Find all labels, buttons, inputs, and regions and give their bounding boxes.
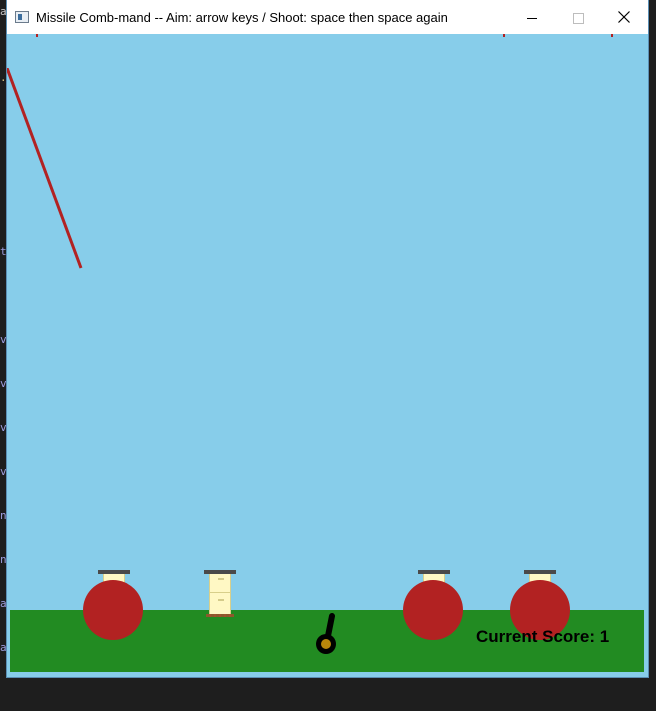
game-overlay bbox=[7, 68, 336, 654]
title-bar[interactable]: Missile Comb-mand -- Aim: arrow keys / S… bbox=[7, 0, 648, 34]
incoming-marker bbox=[36, 34, 38, 37]
app-window-icon bbox=[15, 11, 29, 23]
minimize-button[interactable] bbox=[509, 0, 555, 34]
maximize-button[interactable] bbox=[555, 0, 601, 34]
incoming-marker bbox=[503, 34, 505, 37]
close-button[interactable] bbox=[601, 0, 647, 34]
cannon-hub bbox=[321, 639, 331, 649]
score-label: Current Score: 1 bbox=[476, 627, 610, 646]
game-canvas[interactable]: Current Score: 1 bbox=[7, 34, 648, 677]
window-title: Missile Comb-mand -- Aim: arrow keys / S… bbox=[36, 10, 448, 25]
close-icon bbox=[618, 11, 630, 23]
incoming-marker bbox=[611, 34, 613, 37]
cannon-barrel bbox=[325, 613, 335, 639]
cannon bbox=[316, 613, 336, 654]
missile-trail bbox=[7, 68, 83, 269]
game-window: Missile Comb-mand -- Aim: arrow keys / S… bbox=[7, 0, 648, 677]
